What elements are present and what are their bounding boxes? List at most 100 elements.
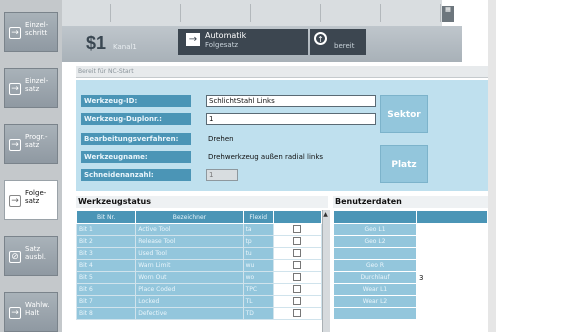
table-row[interactable]: Wear L1 xyxy=(333,283,488,296)
arrow-right-icon: → xyxy=(9,83,21,95)
softkey-einzelsatz[interactable]: → Einzel- satz xyxy=(4,68,58,108)
table-row[interactable]: Bit 5 Worn Out wo xyxy=(75,271,323,284)
flex-cell: TPC xyxy=(242,283,274,296)
softkey-wahlwhalt[interactable]: → Wahlw. Halt xyxy=(4,292,58,332)
softkey-label: Einzel- satz xyxy=(25,77,49,93)
field-label-werkzeug-id: Werkzeug-ID: xyxy=(81,95,191,107)
status-checkbox-cell[interactable] xyxy=(272,223,323,236)
status-checkbox-cell[interactable] xyxy=(272,247,323,260)
param-value-cell[interactable] xyxy=(416,283,488,296)
param-value-cell[interactable] xyxy=(416,307,488,320)
verfahren-value: Drehen xyxy=(208,135,234,143)
softkey-label: Folge- satz xyxy=(25,189,47,205)
table-row[interactable]: Bit 8 Defective TD xyxy=(75,307,323,320)
toolbar-segment[interactable] xyxy=(110,4,181,22)
column-header: Bezeichner xyxy=(135,210,244,224)
status-checkbox[interactable] xyxy=(293,224,302,233)
status-checkbox-cell[interactable] xyxy=(272,235,323,248)
status-checkbox[interactable] xyxy=(293,296,302,305)
status-checkbox[interactable] xyxy=(293,284,302,293)
table-row[interactable]: Bit 2 Release Tool tp xyxy=(75,235,323,248)
schneidenanzahl-input: 1 xyxy=(206,169,238,181)
toolbar-segment[interactable] xyxy=(380,4,441,22)
table-row[interactable]: Geo L1 xyxy=(333,223,488,236)
param-value-cell[interactable] xyxy=(416,247,488,260)
werkzeug-id-input[interactable]: SchlichtStahl Links xyxy=(206,95,376,107)
panel-icon[interactable]: ▦ xyxy=(442,6,454,22)
flex-cell: TD xyxy=(242,307,274,320)
table-row[interactable]: Bit 4 Warn Limit wu xyxy=(75,259,323,272)
param-value-cell[interactable] xyxy=(416,259,488,272)
softkey-einzelschritt[interactable]: → Einzel- schritt xyxy=(4,12,58,52)
table-row[interactable]: Geo L2 xyxy=(333,235,488,248)
toolbar-segment[interactable] xyxy=(70,4,111,22)
bit-cell: Bit 6 xyxy=(75,283,137,296)
toolbar-segment[interactable] xyxy=(250,4,321,22)
param-value-cell[interactable] xyxy=(416,235,488,248)
status-checkbox-cell[interactable] xyxy=(272,307,323,320)
param-name-cell: Wear L2 xyxy=(333,295,417,308)
column-header xyxy=(272,210,323,224)
status-checkbox[interactable] xyxy=(293,248,302,257)
toolbar-segment[interactable] xyxy=(320,4,381,22)
softkey-satzausbl[interactable]: ⊘ Satz ausbl. xyxy=(4,236,58,276)
status-checkbox-cell[interactable] xyxy=(272,259,323,272)
skip-icon: ⊘ xyxy=(9,251,21,263)
arrow-right-icon: → xyxy=(9,195,21,207)
softkey-label: Progr.- satz xyxy=(25,133,48,149)
status-checkbox[interactable] xyxy=(293,236,302,245)
table-row[interactable]: Geo R xyxy=(333,259,488,272)
param-value-cell[interactable] xyxy=(416,223,488,236)
softkey-progrsatz[interactable]: → Progr.- satz xyxy=(4,124,58,164)
status-checkbox[interactable] xyxy=(293,260,302,269)
flex-cell: ta xyxy=(242,223,274,236)
tool-status-table: Bit Nr. Bezeichner Flexid Bit 1 Active To… xyxy=(75,210,323,320)
column-header xyxy=(333,210,417,224)
param-name-cell: Durchlauf xyxy=(333,271,417,284)
arrow-right-icon: → xyxy=(9,139,21,151)
sektor-button[interactable]: Sektor xyxy=(380,95,428,133)
table-row[interactable]: Bit 7 Locked TL xyxy=(75,295,323,308)
table-row[interactable]: Wear L2 xyxy=(333,295,488,308)
right-bezel xyxy=(488,0,496,332)
status-checkbox-cell[interactable] xyxy=(272,295,323,308)
duplonr-input[interactable]: 1 xyxy=(206,113,376,125)
bit-cell: Bit 8 xyxy=(75,307,137,320)
table-row[interactable]: Bit 6 Place Coded TPC xyxy=(75,283,323,296)
table-row[interactable]: Bit 1 Active Tool ta xyxy=(75,223,323,236)
name-cell: Warn Limit xyxy=(135,259,244,272)
status-checkbox[interactable] xyxy=(293,272,302,281)
status-checkbox-cell[interactable] xyxy=(272,283,323,296)
field-label-schneidenanzahl: Schneidenanzahl: xyxy=(81,169,191,181)
param-value-cell[interactable]: 3 xyxy=(416,271,488,284)
column-header: Flexid xyxy=(242,210,274,224)
mode-sublabel: Folgesatz xyxy=(205,41,239,49)
flex-cell: TL xyxy=(242,295,274,308)
message-line: Bereit für NC-Start xyxy=(76,66,488,78)
flex-cell: wu xyxy=(242,259,274,272)
column-header xyxy=(416,210,488,224)
param-name-cell: Geo L1 xyxy=(333,223,417,236)
table-row[interactable]: Bit 3 Used Tool tu xyxy=(75,247,323,260)
table-row[interactable] xyxy=(333,247,488,260)
name-cell: Worn Out xyxy=(135,271,244,284)
scroll-up-icon[interactable]: ▲ xyxy=(322,211,329,219)
bit-cell: Bit 1 xyxy=(75,223,137,236)
tool-table-scrollbar[interactable] xyxy=(322,210,330,332)
column-header: Bit Nr. xyxy=(75,210,137,224)
softkey-folgesatz[interactable]: → Folge- satz xyxy=(4,180,58,220)
page-margin xyxy=(496,0,569,332)
param-value-cell[interactable] xyxy=(416,295,488,308)
power-icon: ↑ xyxy=(314,32,327,45)
status-checkbox-cell[interactable] xyxy=(272,271,323,284)
softkey-label: Satz ausbl. xyxy=(25,245,46,261)
automatic-mode-icon: → xyxy=(186,33,200,46)
table-row[interactable] xyxy=(333,307,488,320)
toolbar-segment[interactable] xyxy=(180,4,251,22)
platz-button[interactable]: Platz xyxy=(380,145,428,183)
status-checkbox[interactable] xyxy=(293,308,302,317)
param-name-cell xyxy=(333,247,417,260)
table-row[interactable]: Durchlauf 3 xyxy=(333,271,488,284)
flex-cell: wo xyxy=(242,271,274,284)
field-label-verfahren: Bearbeitungsverfahren: xyxy=(81,133,191,145)
